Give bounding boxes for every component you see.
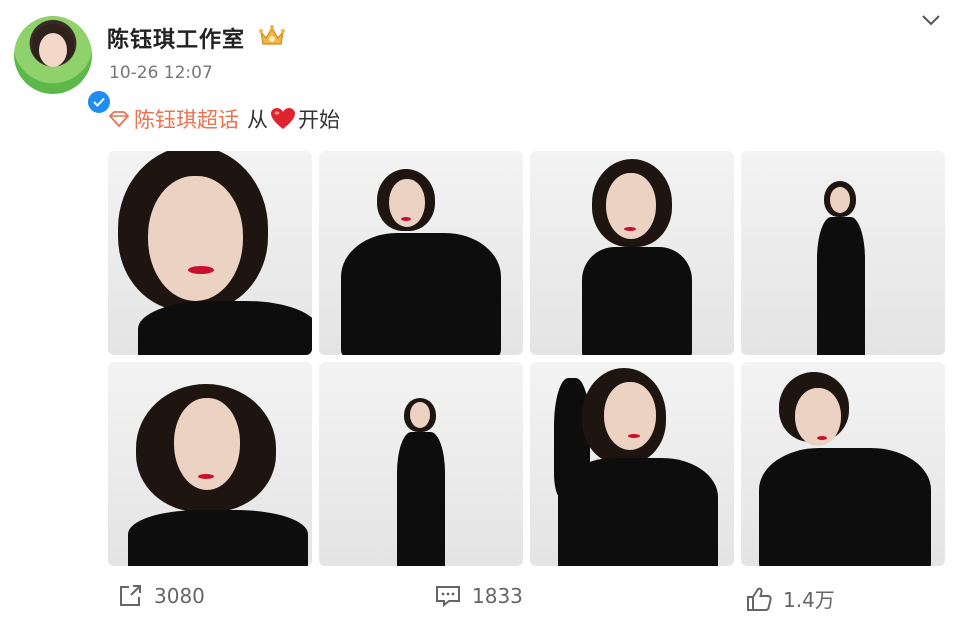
- photo-6[interactable]: [319, 362, 523, 566]
- text-segment: 开始: [298, 108, 340, 132]
- like-icon: [747, 587, 772, 611]
- author-name[interactable]: 陈钰琪工作室: [107, 22, 245, 54]
- photo-3[interactable]: [530, 151, 734, 355]
- comment-count: 1833: [472, 584, 523, 608]
- comment-button[interactable]: 1833: [434, 584, 523, 608]
- chevron-down-icon[interactable]: [920, 12, 942, 28]
- photo-8[interactable]: [741, 362, 945, 566]
- post-text: 陈钰琪超话 从 开始: [108, 104, 340, 134]
- photo-1[interactable]: [108, 151, 312, 355]
- topic-label: 陈钰琪超话: [134, 108, 239, 132]
- crown-badge-icon[interactable]: [258, 24, 286, 48]
- photo-4[interactable]: [741, 151, 945, 355]
- repost-count: 3080: [154, 584, 205, 608]
- photo-2[interactable]: [319, 151, 523, 355]
- action-bar: 3080 1833 1.4万: [0, 580, 960, 620]
- topic-link[interactable]: 陈钰琪超话: [108, 104, 239, 134]
- topic-diamond-icon: [108, 111, 130, 128]
- repost-button[interactable]: 3080: [118, 584, 205, 608]
- photo-5[interactable]: [108, 362, 312, 566]
- repost-icon: [120, 585, 141, 606]
- post-time[interactable]: 10-26 12:07: [109, 63, 213, 83]
- photo-grid: [108, 151, 945, 566]
- avatar[interactable]: [14, 16, 112, 115]
- avatar-face: [39, 33, 67, 67]
- like-button[interactable]: 1.4万: [745, 584, 835, 613]
- comment-icon: [436, 586, 460, 608]
- photo-7[interactable]: [530, 362, 734, 566]
- heart-emoji-icon: [271, 108, 295, 129]
- text-segment: 从: [247, 108, 268, 132]
- like-count: 1.4万: [783, 588, 835, 612]
